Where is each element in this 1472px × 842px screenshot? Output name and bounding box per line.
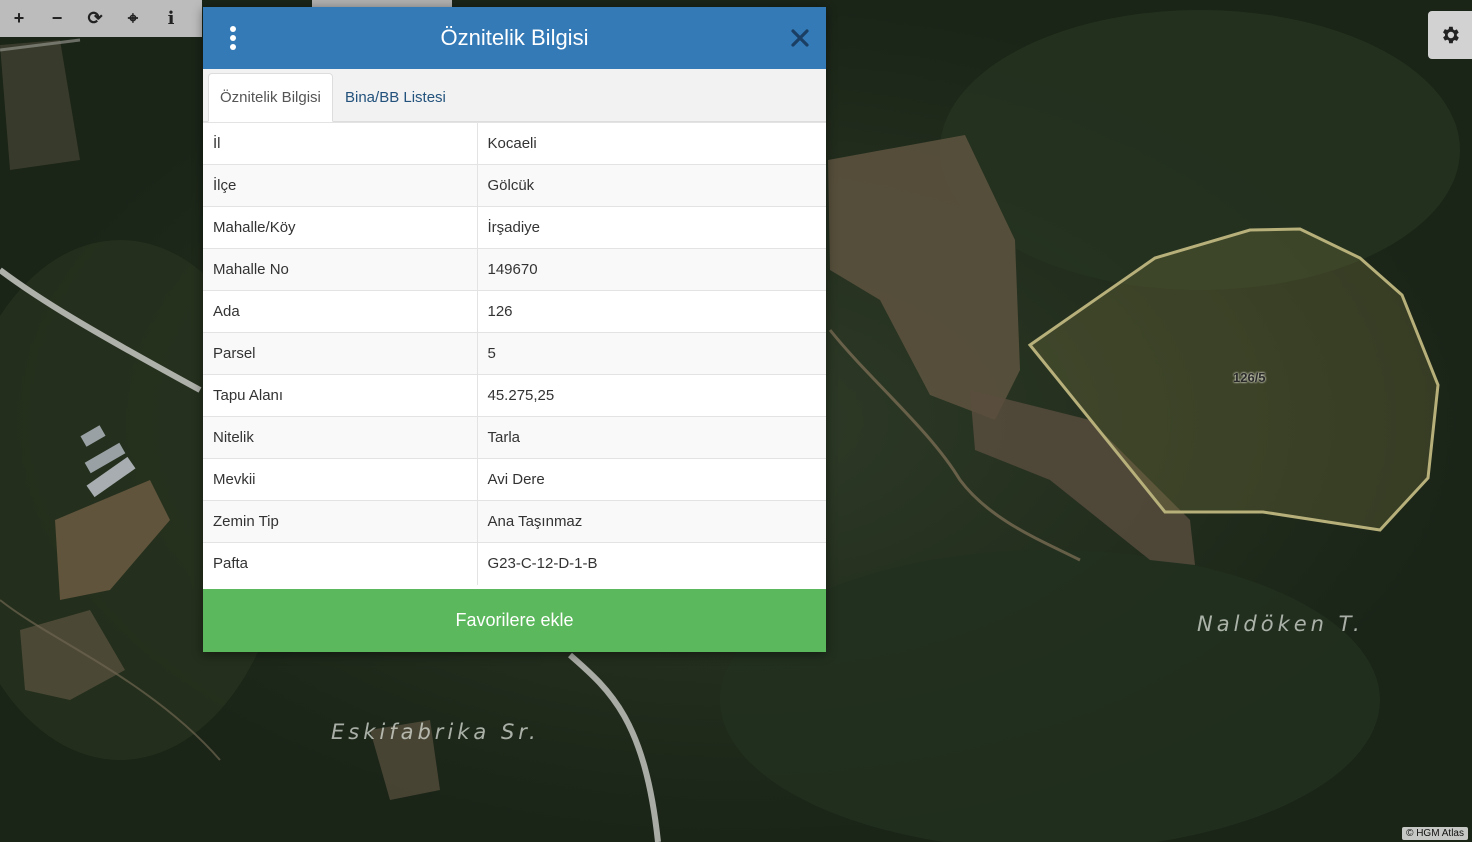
gear-icon: [1443, 26, 1459, 44]
refresh-icon: ⟳: [87, 8, 103, 28]
panel-tabs: Öznitelik Bilgisi Bina/BB Listesi: [203, 69, 826, 122]
attr-key: Mevkii: [203, 458, 478, 501]
info-button[interactable]: i: [152, 0, 190, 37]
close-button[interactable]: [790, 28, 810, 48]
attr-value: 45.275,25: [477, 374, 826, 417]
close-icon: [791, 29, 809, 47]
vertical-dots-icon: [230, 26, 236, 50]
table-row: İl Kocaeli: [203, 122, 826, 165]
map-attribution[interactable]: © HGM Atlas: [1402, 827, 1468, 840]
attr-value: Tarla: [477, 416, 826, 459]
table-row: İlçe Gölcük: [203, 164, 826, 207]
map-toolbar: + − ⟳ ⌖ i: [0, 0, 202, 37]
info-icon: i: [167, 8, 175, 29]
add-to-favorites-button[interactable]: Favorilere ekle: [203, 589, 826, 652]
locate-button[interactable]: ⌖: [114, 0, 152, 37]
table-row: Nitelik Tarla: [203, 416, 826, 459]
parcel-label: 126/5: [1233, 370, 1266, 385]
table-row: Mahalle No 149670: [203, 248, 826, 291]
attr-value: Kocaeli: [477, 122, 826, 165]
table-row: Zemin Tip Ana Taşınmaz: [203, 500, 826, 543]
tab-building-list[interactable]: Bina/BB Listesi: [334, 73, 457, 121]
attr-value: Ana Taşınmaz: [477, 500, 826, 543]
panel-title: Öznitelik Bilgisi: [440, 25, 589, 50]
plus-icon: +: [13, 8, 25, 28]
table-row: Pafta G23-C-12-D-1-B: [203, 542, 826, 585]
zoom-in-button[interactable]: +: [0, 0, 38, 37]
attribute-panel: Öznitelik Bilgisi Öznitelik Bilgisi Bina…: [203, 7, 826, 652]
crosshair-icon: ⌖: [127, 8, 139, 28]
panel-header: Öznitelik Bilgisi: [203, 7, 826, 69]
place-label-eskifabrika: Eskifabrika Sr.: [331, 720, 540, 744]
attribute-table: İl Kocaeli İlçe Gölcük Mahalle/Köy İrşadiye…: [203, 122, 826, 585]
table-row: Mahalle/Köy İrşadiye: [203, 206, 826, 249]
attr-key: İlçe: [203, 164, 478, 207]
attr-key: İl: [203, 122, 478, 165]
attr-key: Mahalle/Köy: [203, 206, 478, 249]
attr-key: Mahalle No: [203, 248, 478, 291]
attr-key: Tapu Alanı: [203, 374, 478, 417]
attr-value: G23-C-12-D-1-B: [477, 542, 826, 585]
attr-key: Parsel: [203, 332, 478, 375]
zoom-out-button[interactable]: −: [38, 0, 76, 37]
attr-key: Ada: [203, 290, 478, 333]
tab-attribute-info[interactable]: Öznitelik Bilgisi: [208, 73, 333, 122]
table-row: Tapu Alanı 45.275,25: [203, 374, 826, 417]
settings-button[interactable]: [1428, 11, 1472, 59]
minus-icon: −: [51, 8, 63, 28]
attr-value: Avi Dere: [477, 458, 826, 501]
panel-menu-button[interactable]: [223, 25, 243, 51]
attr-key: Zemin Tip: [203, 500, 478, 543]
attr-value: 5: [477, 332, 826, 375]
attr-value: Gölcük: [477, 164, 826, 207]
refresh-button[interactable]: ⟳: [76, 0, 114, 37]
table-row: Ada 126: [203, 290, 826, 333]
attr-key: Pafta: [203, 542, 478, 585]
attr-value: 126: [477, 290, 826, 333]
place-label-naldoken: Naldöken T.: [1197, 612, 1364, 636]
table-row: Mevkii Avi Dere: [203, 458, 826, 501]
attr-value: İrşadiye: [477, 206, 826, 249]
attr-key: Nitelik: [203, 416, 478, 459]
attr-value: 149670: [477, 248, 826, 291]
table-row: Parsel 5: [203, 332, 826, 375]
